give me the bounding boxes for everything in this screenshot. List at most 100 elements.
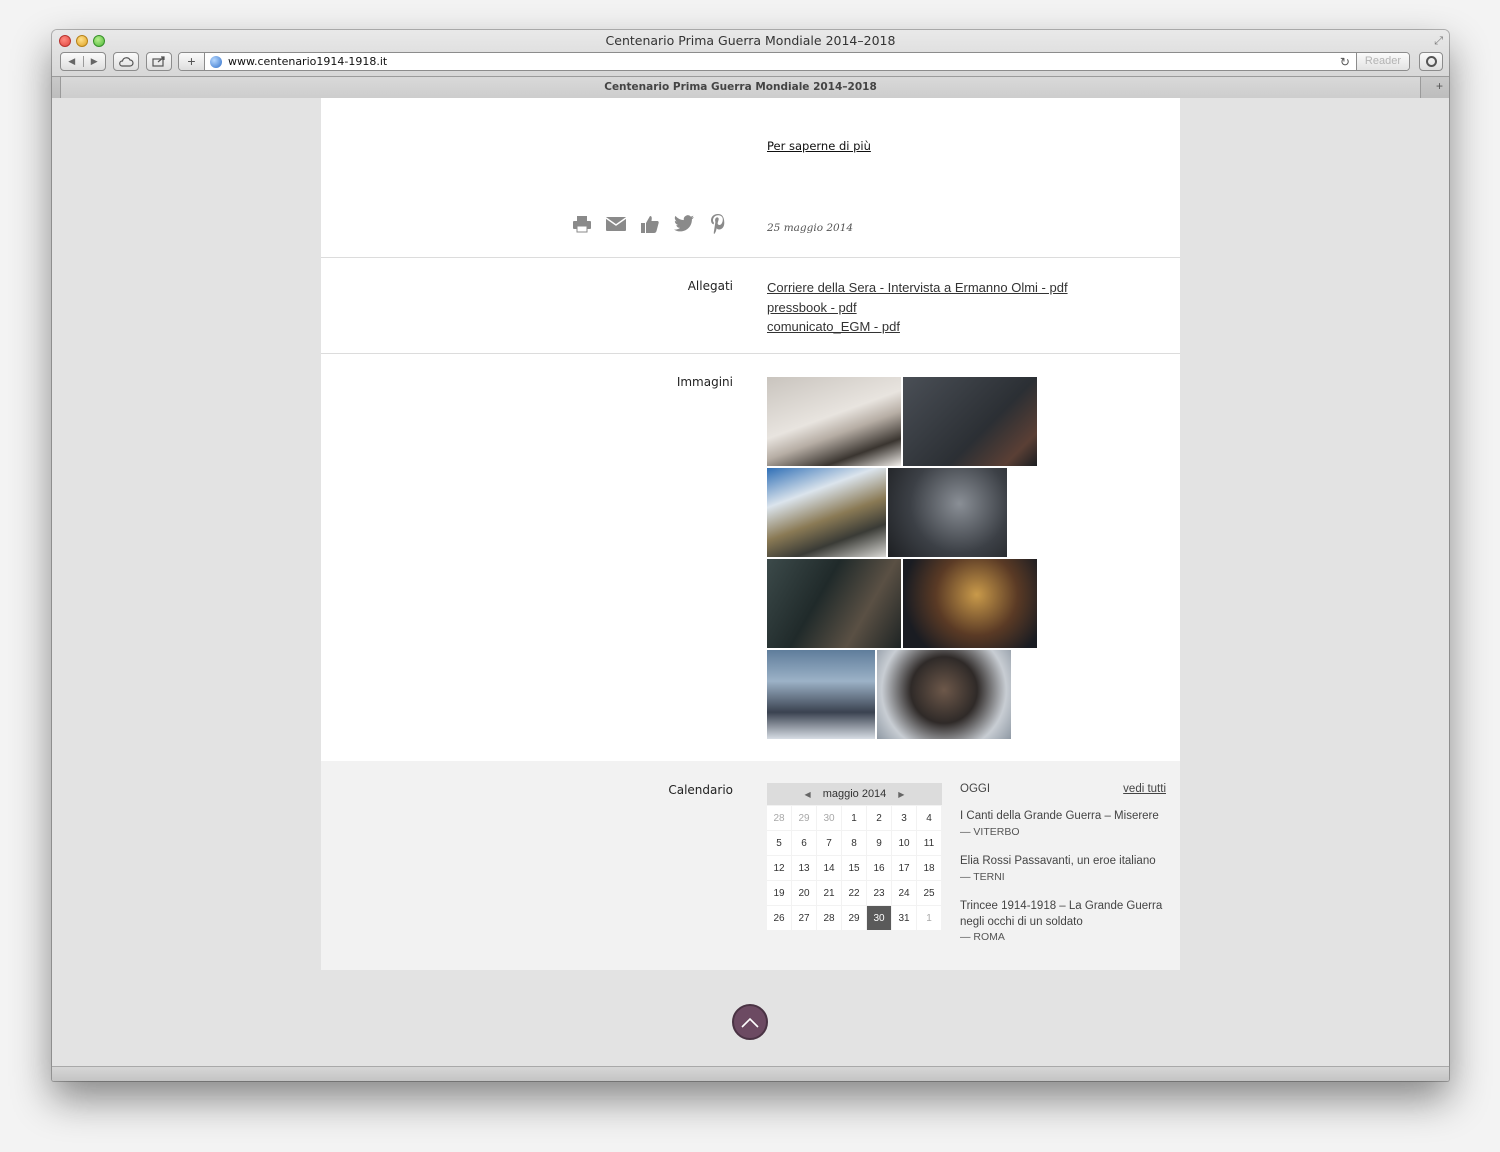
attachment-link[interactable]: comunicato_EGM - pdf — [767, 317, 1068, 337]
globe-icon — [210, 55, 222, 68]
gallery-thumbnail[interactable] — [877, 650, 1011, 739]
calendar-day[interactable]: 1 — [917, 906, 941, 930]
calendar-widget: ◀ maggio 2014 ▶ 28 29 30 1 2 3 4 5 6 7 8 9 10 11 12 13 1… — [767, 783, 942, 930]
back-to-top-button[interactable] — [732, 1004, 768, 1040]
address-bar[interactable]: + www.centenario1914-1918.it ↻ Reader — [178, 52, 1410, 71]
events-list: OGGI vedi tutti I Canti della Grande Gue… — [960, 783, 1170, 946]
share-icon — [152, 56, 165, 67]
calendar-label: Calendario — [668, 783, 733, 797]
attachment-link[interactable]: Corriere della Sera - Intervista a Erman… — [767, 278, 1068, 298]
calendar-grid: 28 29 30 1 2 3 4 5 6 7 8 9 10 11 12 13 14 15 16 17 18 19 20 21 2… — [767, 806, 942, 930]
event-title: I Canti della Grande Guerra – Miserere — [960, 810, 1159, 822]
calendar-day[interactable]: 14 — [817, 856, 841, 880]
gallery-thumbnail[interactable] — [903, 559, 1037, 648]
pinterest-icon[interactable] — [707, 213, 728, 234]
like-icon[interactable] — [639, 213, 660, 234]
calendar-day[interactable]: 3 — [892, 806, 916, 830]
event-item[interactable]: I Canti della Grande Guerra – Miserere —… — [960, 809, 1170, 840]
calendar-day[interactable]: 28 — [817, 906, 841, 930]
calendar-day[interactable]: 26 — [767, 906, 791, 930]
attachments-label: Allegati — [687, 279, 733, 293]
add-bookmark-icon[interactable]: + — [179, 53, 205, 70]
calendar-day[interactable]: 10 — [892, 831, 916, 855]
calendar-day[interactable]: 23 — [867, 881, 891, 905]
event-title: Trincee 1914-1918 – La Grande Guerra neg… — [960, 900, 1163, 928]
calendar-day[interactable]: 5 — [767, 831, 791, 855]
see-all-link[interactable]: vedi tutti — [1123, 783, 1166, 795]
page-viewport: Per saperne di più 25 maggio 2014 Allega… — [52, 98, 1449, 1066]
cloud-icon — [119, 56, 134, 67]
image-gallery — [767, 377, 1047, 741]
event-item[interactable]: Trincee 1914-1918 – La Grande Guerra neg… — [960, 899, 1170, 946]
event-title: Elia Rossi Passavanti, un eroe italiano — [960, 855, 1156, 867]
calendar-day[interactable]: 28 — [767, 806, 791, 830]
prev-month-icon[interactable]: ◀ — [805, 790, 811, 799]
window-title: Centenario Prima Guerra Mondiale 2014–20… — [605, 33, 896, 48]
share-toolbar — [571, 213, 728, 234]
print-icon[interactable] — [571, 213, 592, 234]
calendar-day[interactable]: 17 — [892, 856, 916, 880]
nav-buttons: ◀ ▶ — [60, 52, 106, 71]
tab-active[interactable]: Centenario Prima Guerra Mondiale 2014–20… — [60, 77, 1421, 98]
calendar-day[interactable]: 22 — [842, 881, 866, 905]
twitter-icon[interactable] — [673, 213, 694, 234]
article-content: Per saperne di più 25 maggio 2014 Allega… — [321, 98, 1180, 761]
calendar-day[interactable]: 18 — [917, 856, 941, 880]
downloads-button[interactable] — [1419, 52, 1443, 71]
calendar-section: Calendario ◀ maggio 2014 ▶ 28 29 30 1 2 3 4 5 6 7… — [321, 761, 1180, 970]
gallery-thumbnail[interactable] — [888, 468, 1007, 557]
reload-icon[interactable]: ↻ — [1340, 55, 1350, 69]
calendar-day[interactable]: 7 — [817, 831, 841, 855]
calendar-day[interactable]: 27 — [792, 906, 816, 930]
chevron-up-icon — [741, 1017, 759, 1028]
calendar-day[interactable]: 15 — [842, 856, 866, 880]
calendar-day[interactable]: 8 — [842, 831, 866, 855]
calendar-day[interactable]: 19 — [767, 881, 791, 905]
download-icon — [1425, 56, 1437, 67]
calendar-day[interactable]: 29 — [792, 806, 816, 830]
gallery-thumbnail[interactable] — [767, 559, 901, 648]
calendar-day[interactable]: 16 — [867, 856, 891, 880]
email-icon[interactable] — [605, 213, 626, 234]
calendar-day[interactable]: 30 — [867, 906, 891, 930]
more-info-link[interactable]: Per saperne di più — [767, 139, 871, 153]
gallery-thumbnail[interactable] — [903, 377, 1037, 466]
calendar-day[interactable]: 24 — [892, 881, 916, 905]
calendar-day[interactable]: 31 — [892, 906, 916, 930]
icloud-tabs-button[interactable] — [113, 52, 139, 71]
event-place: — VITERBO — [960, 825, 1020, 838]
title-bar: Centenario Prima Guerra Mondiale 2014–20… — [52, 30, 1449, 98]
calendar-day[interactable]: 4 — [917, 806, 941, 830]
calendar-day[interactable]: 29 — [842, 906, 866, 930]
event-item[interactable]: Elia Rossi Passavanti, un eroe italiano … — [960, 854, 1170, 885]
calendar-day[interactable]: 30 — [817, 806, 841, 830]
divider — [321, 257, 1180, 258]
calendar-day[interactable]: 11 — [917, 831, 941, 855]
fullscreen-icon[interactable]: ⤢ — [1434, 35, 1443, 48]
url-field[interactable]: www.centenario1914-1918.it — [228, 55, 1340, 68]
status-bar — [52, 1066, 1449, 1081]
calendar-day[interactable]: 13 — [792, 856, 816, 880]
back-icon[interactable]: ◀ — [61, 56, 83, 67]
calendar-day[interactable]: 6 — [792, 831, 816, 855]
event-place: — ROMA — [960, 931, 1005, 943]
calendar-day[interactable]: 25 — [917, 881, 941, 905]
calendar-day[interactable]: 12 — [767, 856, 791, 880]
reader-button[interactable]: Reader — [1355, 53, 1409, 70]
calendar-day[interactable]: 21 — [817, 881, 841, 905]
images-label: Immagini — [676, 375, 733, 389]
forward-icon[interactable]: ▶ — [82, 56, 106, 67]
gallery-thumbnail[interactable] — [767, 468, 886, 557]
calendar-day[interactable]: 9 — [867, 831, 891, 855]
next-month-icon[interactable]: ▶ — [898, 790, 904, 799]
gallery-thumbnail[interactable] — [767, 377, 901, 466]
attachments-list: Corriere della Sera - Intervista a Erman… — [767, 278, 1068, 337]
calendar-month: maggio 2014 — [822, 788, 887, 800]
share-button[interactable] — [146, 52, 172, 71]
calendar-day[interactable]: 1 — [842, 806, 866, 830]
calendar-day[interactable]: 20 — [792, 881, 816, 905]
calendar-day[interactable]: 2 — [867, 806, 891, 830]
new-tab-icon[interactable]: + — [1436, 79, 1443, 93]
attachment-link[interactable]: pressbook - pdf — [767, 298, 1068, 318]
gallery-thumbnail[interactable] — [767, 650, 875, 739]
